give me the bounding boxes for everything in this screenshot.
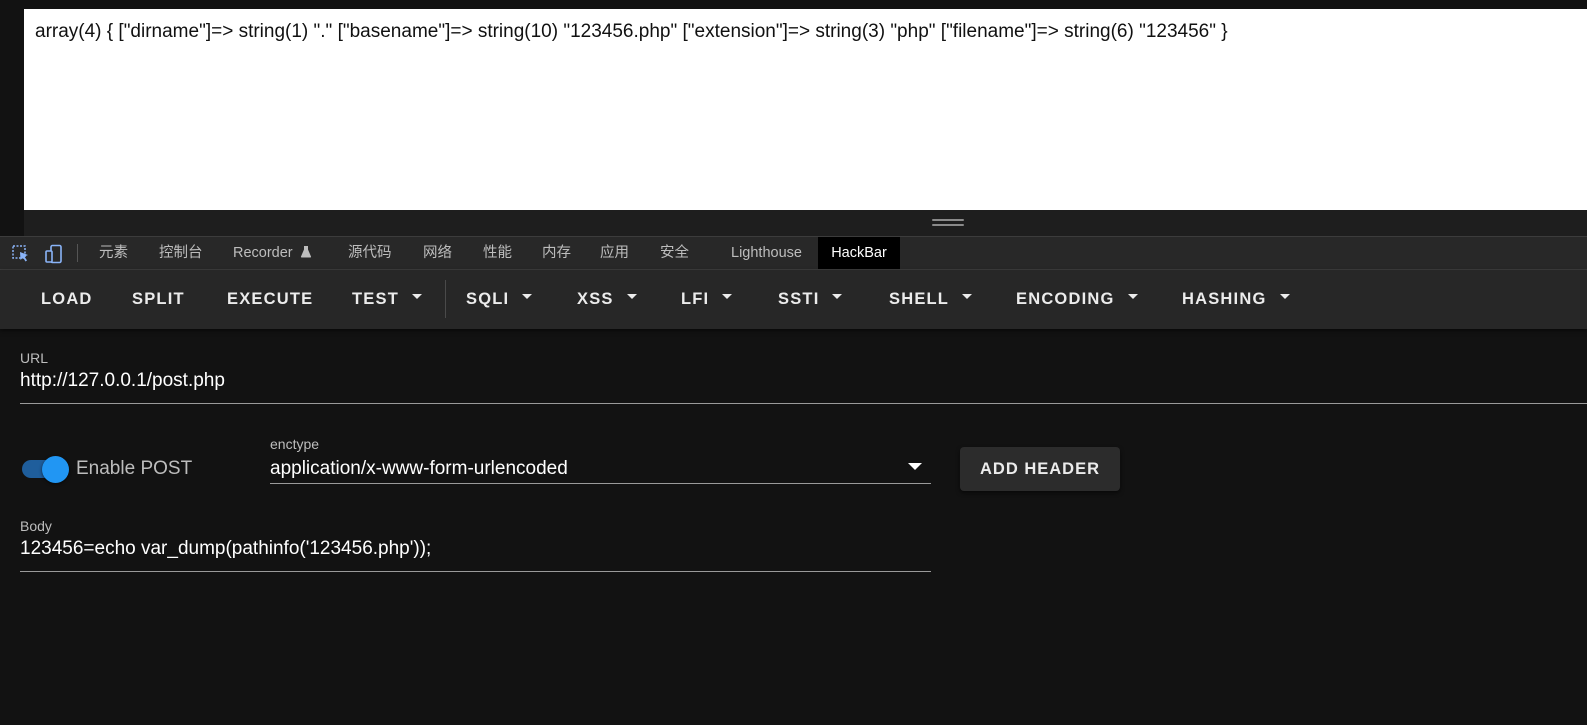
- encoding-menu-button[interactable]: ENCODING: [1016, 270, 1138, 329]
- body-label: Body: [20, 518, 52, 534]
- tab-recorder-label: Recorder: [233, 245, 293, 261]
- xss-menu-label: XSS: [577, 290, 614, 308]
- load-button[interactable]: LOAD: [41, 270, 93, 329]
- viewport-top-border: [0, 0, 1587, 9]
- sqli-menu-label: SQLI: [466, 290, 510, 308]
- test-menu-button[interactable]: TEST: [352, 270, 422, 329]
- hashing-menu-label: HASHING: [1182, 290, 1267, 308]
- split-button[interactable]: SPLIT: [132, 270, 185, 329]
- flask-icon: [300, 246, 311, 258]
- enable-post-label: Enable POST: [76, 458, 193, 479]
- page-viewport: array(4) { ["dirname"]=> string(1) "." […: [24, 9, 1587, 210]
- toolbar-divider: [445, 280, 446, 318]
- chevron-down-icon: [626, 294, 637, 300]
- enctype-underline: [270, 483, 931, 484]
- chevron-down-icon: [832, 294, 843, 300]
- tab-elements[interactable]: 元素: [86, 237, 141, 269]
- enctype-label: enctype: [270, 436, 320, 452]
- tab-separator: [77, 244, 78, 262]
- test-menu-label: TEST: [352, 290, 399, 308]
- execute-button[interactable]: EXECUTE: [227, 270, 313, 329]
- hackbar-toolbar: LOAD SPLIT EXECUTE TEST SQLI XSS LFI SST…: [0, 270, 1587, 329]
- tab-console[interactable]: 控制台: [146, 237, 216, 269]
- php-var-dump-output: array(4) { ["dirname"]=> string(1) "." […: [35, 21, 1228, 42]
- encoding-menu-label: ENCODING: [1016, 290, 1115, 308]
- chevron-down-icon: [722, 294, 733, 300]
- tab-recorder[interactable]: Recorder: [220, 237, 325, 269]
- tab-network[interactable]: 网络: [410, 237, 465, 269]
- dropdown-arrow-icon[interactable]: [908, 463, 922, 470]
- shell-menu-button[interactable]: SHELL: [889, 270, 973, 329]
- ssti-menu-button[interactable]: SSTI: [778, 270, 843, 329]
- ssti-menu-label: SSTI: [778, 290, 820, 308]
- shell-menu-label: SHELL: [889, 290, 950, 308]
- devtools-tab-bar: 元素 控制台 Recorder 源代码 网络 性能 内存 应用 安全 Light…: [0, 236, 1587, 270]
- url-label: URL: [20, 350, 49, 366]
- url-input[interactable]: http://127.0.0.1/post.php: [20, 370, 225, 392]
- chevron-down-icon: [1279, 294, 1290, 300]
- tab-security[interactable]: 安全: [647, 237, 702, 269]
- device-toolbar-icon[interactable]: [44, 244, 64, 264]
- tab-lighthouse[interactable]: Lighthouse: [718, 237, 815, 269]
- toggle-knob[interactable]: [42, 456, 69, 483]
- chevron-down-icon: [522, 294, 533, 300]
- tab-application[interactable]: 应用: [587, 237, 642, 269]
- devtools-resize-handle[interactable]: [24, 210, 1587, 236]
- chevron-down-icon: [1127, 294, 1138, 300]
- inspect-element-icon[interactable]: [11, 244, 31, 264]
- hashing-menu-button[interactable]: HASHING: [1182, 270, 1290, 329]
- sqli-menu-button[interactable]: SQLI: [466, 270, 533, 329]
- xss-menu-button[interactable]: XSS: [577, 270, 637, 329]
- chevron-down-icon: [962, 294, 973, 300]
- drag-grip-icon[interactable]: [932, 219, 964, 227]
- lfi-menu-label: LFI: [681, 290, 710, 308]
- tab-performance[interactable]: 性能: [470, 237, 525, 269]
- tab-hackbar[interactable]: HackBar: [818, 237, 900, 269]
- tab-sources[interactable]: 源代码: [335, 237, 405, 269]
- chevron-down-icon: [411, 294, 422, 300]
- viewport-left-strip: [0, 0, 24, 210]
- body-underline: [20, 571, 931, 572]
- enctype-select[interactable]: application/x-www-form-urlencoded: [270, 458, 568, 480]
- lfi-menu-button[interactable]: LFI: [681, 270, 733, 329]
- tab-memory[interactable]: 内存: [529, 237, 584, 269]
- add-header-button[interactable]: ADD HEADER: [960, 447, 1120, 491]
- url-underline: [20, 403, 1587, 404]
- body-input[interactable]: 123456=echo var_dump(pathinfo('123456.ph…: [20, 538, 431, 560]
